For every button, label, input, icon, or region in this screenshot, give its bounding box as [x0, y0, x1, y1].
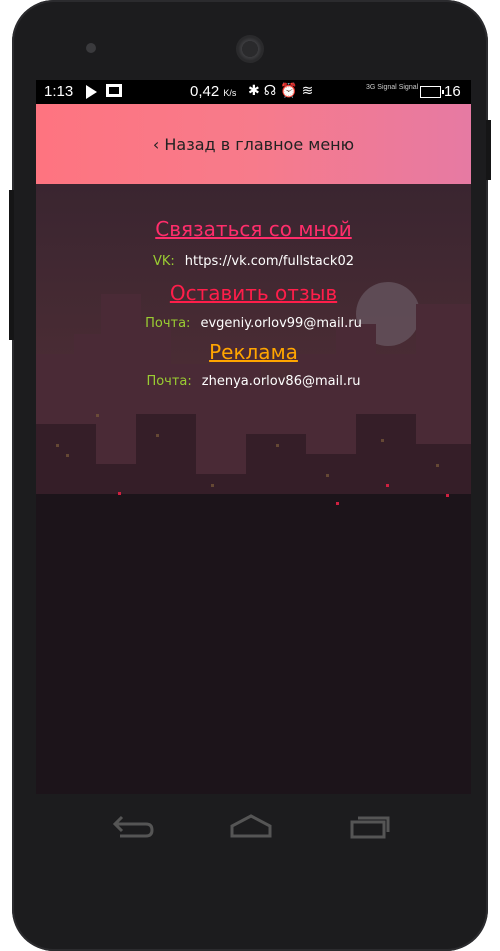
ads-email-row: Почта: zhenya.orlov86@mail.ru: [36, 374, 471, 389]
ads-email-value: zhenya.orlov86@mail.ru: [201, 374, 361, 389]
signal-label-1: 3G Signal: [366, 84, 397, 91]
leave-review-link[interactable]: Оставить отзыв: [36, 281, 471, 305]
alarm-icon: ⏰: [280, 82, 302, 98]
city-skyline-illustration: [36, 282, 471, 794]
vk-row: VK: https://vk.com/fullstack02: [36, 254, 471, 269]
city-background: Связаться со мной VK: https://vk.com/full…: [36, 184, 471, 794]
network-speed-unit: K/s: [223, 88, 237, 98]
battery-icon: [420, 86, 444, 98]
headphones-icon: ☊: [263, 82, 281, 98]
review-email-row: Почта: evgeniy.orlov99@mail.ru: [36, 316, 471, 331]
review-email-value: evgeniy.orlov99@mail.ru: [200, 316, 362, 331]
contact-me-link[interactable]: Связаться со мной: [36, 217, 471, 241]
camera-icon: [86, 43, 96, 53]
battery-level: 16: [444, 83, 461, 100]
power-button: [486, 120, 491, 180]
signal-label-2: Signal: [398, 84, 419, 91]
android-navigation-bar: [36, 794, 471, 854]
bluetooth-icon: ✱: [248, 82, 264, 98]
status-bar: 1:13 0,42 K/s ✱☊⏰≋ 3G Signal Signal 16: [36, 80, 471, 104]
home-nav-icon[interactable]: [228, 812, 274, 840]
status-time: 1:13: [44, 83, 74, 100]
image-notification-icon: [106, 84, 122, 97]
ads-email-label: Почта:: [146, 374, 192, 389]
status-icons: ✱☊⏰≋: [248, 82, 317, 99]
vk-label: VK:: [152, 254, 175, 269]
network-speed-value: 0,42: [190, 83, 220, 100]
review-email-label: Почта:: [145, 316, 191, 331]
play-icon: [86, 85, 97, 99]
vk-value: https://vk.com/fullstack02: [184, 254, 354, 269]
signal-labels: 3G Signal Signal: [366, 84, 418, 91]
network-speed: 0,42 K/s: [190, 83, 236, 100]
back-to-main-menu-button[interactable]: ‹ Назад в главное меню: [36, 104, 471, 184]
wifi-icon: ≋: [301, 82, 318, 98]
ads-link[interactable]: Реклама: [36, 340, 471, 364]
earpiece-speaker-icon: [236, 35, 264, 63]
recents-nav-icon[interactable]: [348, 812, 392, 840]
volume-button: [9, 190, 14, 340]
app-header: ‹ Назад в главное меню: [36, 104, 471, 184]
screen: 1:13 0,42 K/s ✱☊⏰≋ 3G Signal Signal 16 ‹…: [36, 80, 471, 794]
back-nav-icon[interactable]: [110, 812, 154, 840]
